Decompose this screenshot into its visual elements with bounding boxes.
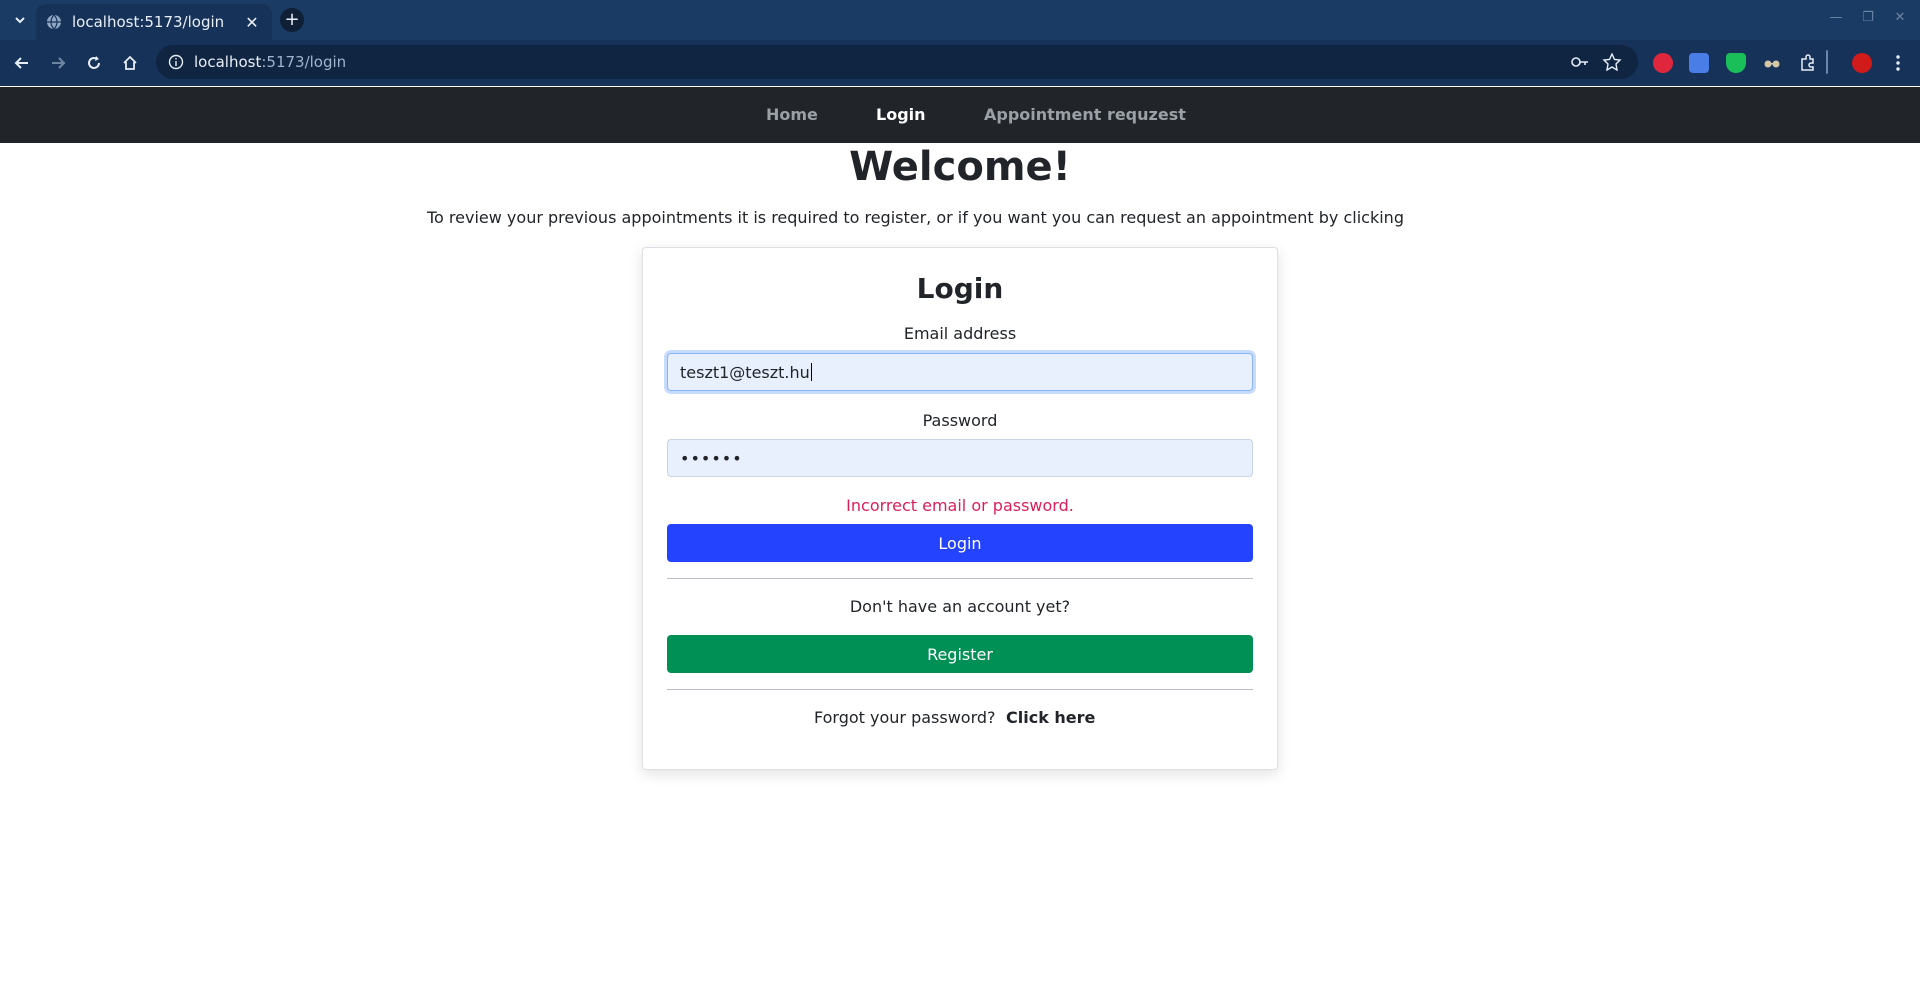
restore-icon[interactable]: ❐ [1858,10,1878,25]
password-field[interactable]: •••••• [667,439,1253,477]
toolbar-divider [1826,50,1828,74]
intro-text: To review your previous appointments it … [427,208,1404,227]
close-icon[interactable]: ✕ [242,13,262,32]
login-heading: Login [916,272,1004,305]
login-button[interactable]: Login [667,524,1253,562]
shield-icon[interactable] [1726,53,1746,73]
reload-icon[interactable] [83,52,105,74]
text-caret [810,363,812,381]
tab-title: localhost:5173/login [72,13,225,31]
nav-link-home[interactable]: Home [766,105,818,124]
divider [667,689,1253,690]
no-account-text: Don't have an account yet? [849,597,1071,616]
nav-link-login[interactable]: Login [876,105,926,124]
login-card: Login Email address teszt1@teszt.hu Pass… [642,247,1278,770]
menu-icon[interactable] [1888,53,1908,73]
translate-icon[interactable] [1689,53,1709,73]
page-title: Welcome! [849,144,1071,190]
adblock-icon[interactable] [1653,53,1673,73]
forward-icon[interactable] [47,52,69,74]
password-value: •••••• [680,448,743,468]
browser-tab-strip: localhost:5173/login ✕ + — ❐ ✕ [0,0,1920,40]
address-bar[interactable]: localhost:5173/login [156,45,1638,79]
minimize-icon[interactable]: — [1826,10,1846,25]
glasses-icon[interactable] [1762,53,1782,73]
profile-avatar[interactable] [1852,53,1872,73]
globe-icon [47,14,61,30]
url-text: localhost:5173/login [194,53,347,71]
error-message: Incorrect email or password. [846,496,1074,515]
back-icon[interactable] [11,52,33,74]
browser-toolbar: localhost:5173/login [0,40,1920,86]
forgot-password-text: Forgot your password? [814,708,996,727]
home-icon[interactable] [119,52,141,74]
password-key-icon[interactable] [1570,53,1590,71]
site-info-icon[interactable] [168,54,184,70]
email-value: teszt1@teszt.hu [680,362,810,382]
tab-list-icon[interactable] [8,8,32,32]
forgot-password-link[interactable]: Click here [1006,708,1095,727]
email-label: Email address [903,324,1017,343]
register-button[interactable]: Register [667,635,1253,673]
window-close-icon[interactable]: ✕ [1890,10,1910,25]
extensions-icon[interactable] [1798,53,1818,73]
divider [667,578,1253,579]
nav-link-appointment-request[interactable]: Appointment requzest [984,105,1186,124]
app-navbar: Home Login Appointment requzest [0,87,1920,143]
email-field[interactable]: teszt1@teszt.hu [667,353,1253,391]
new-tab-icon[interactable]: + [280,8,304,32]
bookmark-star-icon[interactable] [1602,53,1622,71]
browser-tab[interactable]: localhost:5173/login ✕ [36,4,272,40]
password-label: Password [922,411,998,430]
